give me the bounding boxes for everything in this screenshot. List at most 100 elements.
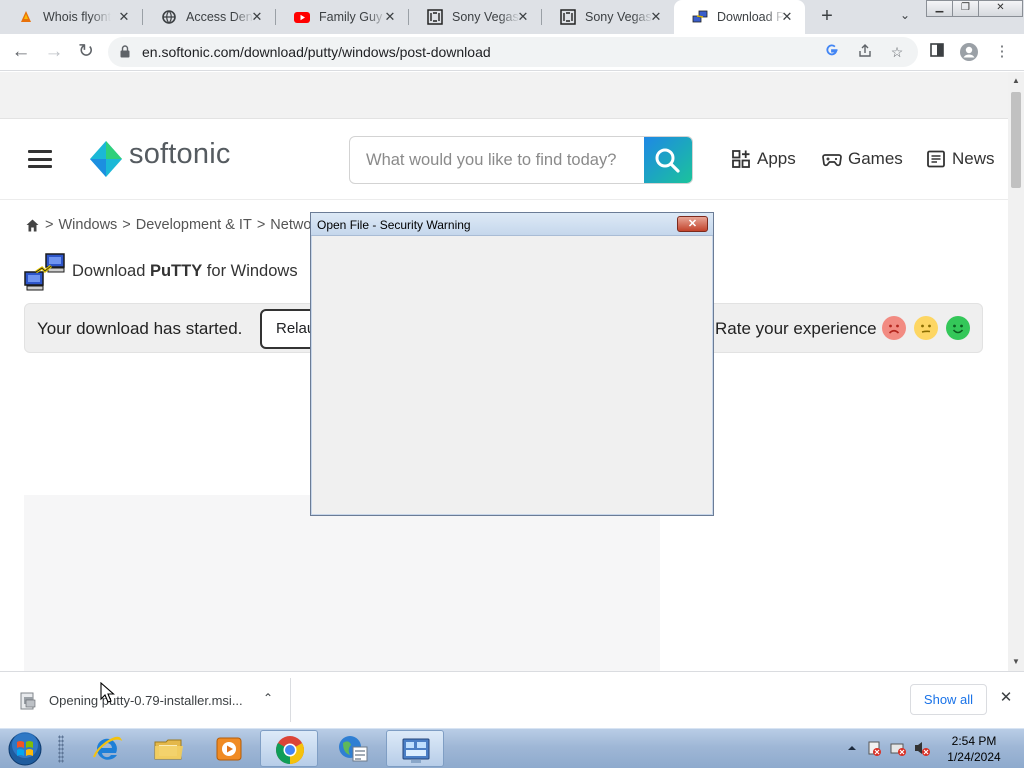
share-icon[interactable] <box>856 43 874 61</box>
tab-family-guy[interactable]: Family Guy - ✕ <box>276 0 408 34</box>
search-button[interactable] <box>644 137 692 183</box>
globe-icon <box>161 9 177 25</box>
scroll-up-arrow-icon[interactable]: ▲ <box>1008 74 1024 88</box>
tab-close-icon[interactable]: ✕ <box>116 9 132 25</box>
rate-experience-text: Rate your experience <box>715 319 877 338</box>
dialog-titlebar[interactable]: Open File - Security Warning ✕ <box>311 213 713 236</box>
tab-title: Download Pu <box>717 10 785 24</box>
bookmark-star-icon[interactable]: ☆ <box>888 43 906 61</box>
softonic-logo-icon[interactable] <box>89 140 123 178</box>
happy-face-icon[interactable] <box>946 316 970 340</box>
putty-icon <box>692 9 708 25</box>
tab-download-putty[interactable]: Download Pu ✕ <box>674 0 805 34</box>
hamburger-menu-icon[interactable] <box>28 150 52 168</box>
new-tab-button[interactable]: + <box>816 6 838 28</box>
window-close-button[interactable]: ✕ <box>978 0 1023 17</box>
show-all-button[interactable]: Show all <box>910 684 987 715</box>
search-input[interactable]: What would you like to find today? <box>366 151 616 170</box>
product-name: PuTTY <box>149 262 203 280</box>
windows-taskbar: 2:54 PM 1/24/2024 <box>0 728 1024 768</box>
shell-icon <box>18 9 34 25</box>
taskbar-grip <box>58 735 64 763</box>
tab-close-icon[interactable]: ✕ <box>779 9 795 25</box>
explorer-icon[interactable] <box>140 730 198 767</box>
product-title-suffix: for Windows <box>202 262 298 280</box>
search-icon <box>655 148 680 173</box>
google-lens-icon[interactable] <box>823 43 841 61</box>
clock-time: 2:54 PM <box>951 734 997 748</box>
download-item-status[interactable]: Opening putty-0.79-installer.msi... <box>49 693 243 708</box>
site-search[interactable]: What would you like to find today? <box>349 136 693 184</box>
nav-news-label: News <box>952 149 995 168</box>
side-panel-icon[interactable] <box>927 42 947 62</box>
url-text[interactable]: en.softonic.com/download/putty/windows/p… <box>142 44 491 60</box>
tab-title: Whois flyonthe <box>43 10 111 24</box>
system-tray[interactable] <box>846 739 936 757</box>
scroll-down-arrow-icon[interactable]: ▼ <box>1008 655 1024 669</box>
nav-games[interactable]: Games <box>822 149 903 169</box>
ie-icon[interactable] <box>78 730 136 767</box>
network-icon[interactable] <box>324 730 382 767</box>
page-scrollbar[interactable]: ▲ ▼ <box>1008 72 1024 671</box>
shelf-divider <box>290 678 291 722</box>
site-header: softonic What would you like to find tod… <box>0 120 1008 200</box>
chrome-icon[interactable] <box>260 730 318 767</box>
tab-close-icon[interactable]: ✕ <box>515 9 531 25</box>
clock-date: 1/24/2024 <box>947 750 1001 764</box>
control-panel-icon[interactable] <box>386 730 444 767</box>
nav-apps[interactable]: Apps <box>731 149 796 169</box>
breadcrumb-windows[interactable]: Windows <box>58 217 117 233</box>
kebab-menu-icon[interactable]: ⋮ <box>992 42 1012 62</box>
tab-close-icon[interactable]: ✕ <box>382 9 398 25</box>
gamepad-icon <box>822 154 842 167</box>
neutral-face-icon[interactable] <box>914 316 938 340</box>
forward-arrow-icon[interactable]: → <box>42 41 66 65</box>
nav-news[interactable]: News <box>926 149 995 169</box>
browser-toolbar: ← → ↻ en.softonic.com/download/putty/win… <box>0 34 1024 71</box>
tab-close-icon[interactable]: ✕ <box>648 9 664 25</box>
breadcrumb-development-it[interactable]: Development & IT <box>136 217 252 233</box>
taskbar-clock[interactable]: 2:54 PM 1/24/2024 <box>934 733 1014 765</box>
softonic-logo-text[interactable]: softonic <box>129 138 231 171</box>
nav-apps-label: Apps <box>757 149 796 168</box>
lock-icon <box>120 45 130 58</box>
tab-close-icon[interactable]: ✕ <box>249 9 265 25</box>
tab-sony-vegas-1[interactable]: Sony Vegas - ✕ <box>409 0 541 34</box>
media-player-icon[interactable] <box>200 730 258 767</box>
wikipedia-icon <box>560 9 576 25</box>
product-title: Download PuTTY for Windows <box>72 262 298 281</box>
wikipedia-icon <box>427 9 443 25</box>
tab-sony-vegas-2[interactable]: Sony Vegas - ✕ <box>542 0 674 34</box>
sad-face-icon[interactable] <box>882 316 906 340</box>
minimize-button[interactable]: ▁ <box>926 0 953 17</box>
installer-file-icon <box>20 692 36 710</box>
address-bar[interactable]: en.softonic.com/download/putty/windows/p… <box>108 37 918 67</box>
security-warning-dialog: Open File - Security Warning ✕ <box>310 212 714 516</box>
dialog-close-button[interactable]: ✕ <box>677 216 708 232</box>
shelf-close-icon[interactable]: ✕ <box>997 689 1015 707</box>
chevron-up-icon[interactable]: ⌃ <box>260 690 276 706</box>
home-icon[interactable] <box>26 219 39 232</box>
tab-title: Access Denied <box>186 10 254 24</box>
breadcrumb-separator: > <box>256 217 266 233</box>
start-button-icon[interactable] <box>6 731 44 767</box>
ad-placeholder <box>24 495 660 671</box>
back-arrow-icon[interactable]: ← <box>9 41 33 65</box>
news-icon <box>927 150 945 168</box>
breadcrumb: > Windows > Development & IT > Network <box>26 217 328 233</box>
nav-games-label: Games <box>848 149 903 168</box>
scrollbar-thumb[interactable] <box>1011 92 1021 188</box>
tab-search-chevron-icon[interactable]: ⌄ <box>896 8 914 26</box>
tab-strip: Whois flyonthe ✕ Access Denied ✕ Family … <box>0 0 1024 34</box>
apps-grid-icon <box>732 150 750 168</box>
tab-title: Sony Vegas - <box>585 10 653 24</box>
breadcrumb-separator: > <box>45 217 54 233</box>
tab-access-denied[interactable]: Access Denied ✕ <box>143 0 275 34</box>
profile-avatar-icon[interactable] <box>959 42 979 62</box>
youtube-icon <box>294 9 310 25</box>
restore-button[interactable]: ❐ <box>952 0 979 17</box>
dialog-title: Open File - Security Warning <box>317 218 471 232</box>
reload-icon[interactable]: ↻ <box>74 41 98 65</box>
top-ad-banner <box>0 72 1008 119</box>
tab-whois[interactable]: Whois flyonthe ✕ <box>0 0 142 34</box>
